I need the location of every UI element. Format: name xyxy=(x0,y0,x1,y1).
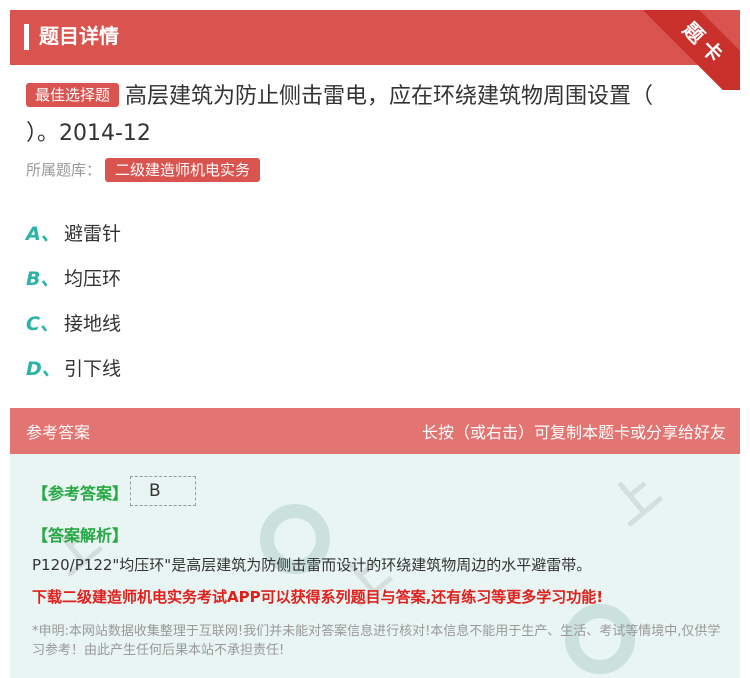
analysis-text: P120/P122"均压环"是高层建筑为防侧击雷而设计的环绕建筑物周边的水平避雷… xyxy=(32,556,592,574)
option-text: 避雷针 xyxy=(64,223,122,245)
answer-section-title: 参考答案 xyxy=(26,423,91,442)
option-b[interactable]: B、 均压环 xyxy=(26,255,121,300)
share-hint: 长按（或右击）可复制本题卡或分享给好友 xyxy=(421,423,726,442)
option-letter: B、 xyxy=(26,268,60,290)
option-letter: C、 xyxy=(26,313,59,335)
reference-answer-value: B xyxy=(130,476,196,506)
question-text-line2: ）。2014-12 xyxy=(26,121,151,146)
option-letter: A、 xyxy=(26,223,60,245)
question-bank-tag[interactable]: 二级建造师机电实务 xyxy=(105,158,261,182)
answer-section-header: 参考答案 长按（或右击）可复制本题卡或分享给好友 xyxy=(10,408,740,454)
question-bank-label: 所属题库： xyxy=(26,161,102,179)
question-type-badge: 最佳选择题 xyxy=(26,83,120,107)
option-d[interactable]: D、 引下线 xyxy=(26,345,121,390)
option-letter: D、 xyxy=(26,358,61,380)
option-a[interactable]: A、 避雷针 xyxy=(26,210,121,255)
watermark-decoration: 上 xyxy=(599,463,670,535)
option-c[interactable]: C、 接地线 xyxy=(26,300,121,345)
analysis-label: 【答案解析】 xyxy=(32,526,129,545)
options-list: A、 避雷针 B、 均压环 C、 接地线 D、 引下线 xyxy=(26,210,121,390)
app-download-link[interactable]: 下载二级建造师机电实务考试APP可以获得系列题目与答案,还有练习等更多学习功能! xyxy=(32,586,603,607)
page-header: 题目详情 题卡 xyxy=(10,10,740,90)
question-bank: 所属题库： 二级建造师机电实务 xyxy=(26,157,261,183)
header-accent-bar xyxy=(24,24,29,50)
watermark-decoration: 上 xyxy=(39,513,110,585)
option-text: 引下线 xyxy=(64,358,122,380)
answer-section-body: 上 上 上 【参考答案】 B 【答案解析】 P120/P122"均压环"是高层建… xyxy=(10,454,740,678)
reference-answer-label: 【参考答案】 xyxy=(32,484,129,503)
page-title: 题目详情 xyxy=(39,24,119,48)
disclaimer-text: *申明:本网站数据收集整理于互联网!我们并未能对答案信息进行核对!本信息不能用于… xyxy=(32,624,721,658)
question-text-line1: 高层建筑为防止侧击雷电，应在环绕建筑物周围设置（ xyxy=(125,84,654,109)
question-stem: 最佳选择题 高层建筑为防止侧击雷电，应在环绕建筑物周围设置（ ）。2014-12 xyxy=(26,78,726,152)
option-text: 接地线 xyxy=(64,313,122,335)
option-text: 均压环 xyxy=(64,268,122,290)
